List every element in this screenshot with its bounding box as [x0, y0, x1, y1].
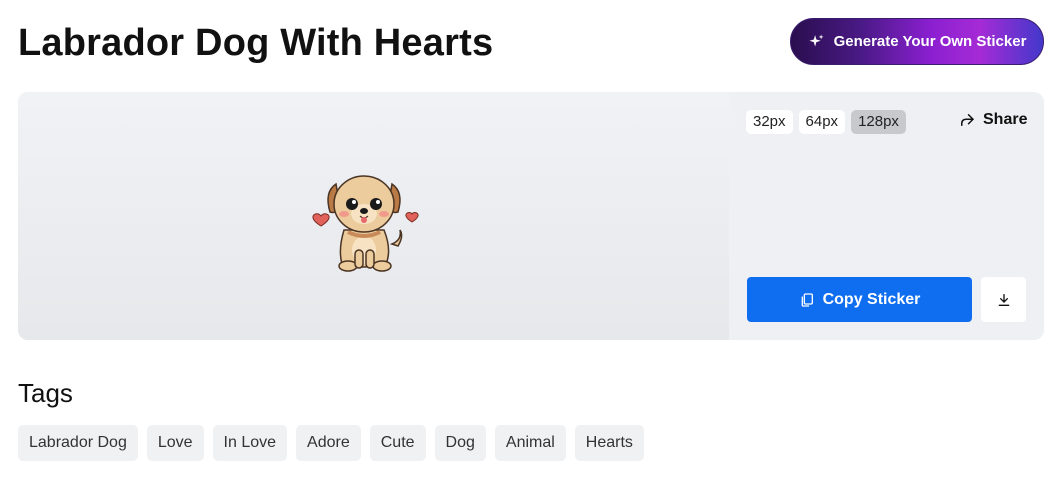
size-option-64px[interactable]: 64px [798, 110, 846, 134]
tag-list: Labrador Dog Love In Love Adore Cute Dog… [18, 425, 644, 461]
sticker-preview [18, 92, 729, 340]
copy-icon [801, 292, 813, 307]
sparkle-icon [808, 34, 824, 47]
generate-sticker-label: Generate Your Own Sticker [833, 33, 1027, 50]
copy-sticker-label: Copy Sticker [822, 290, 921, 308]
page-title: Labrador Dog With Hearts [18, 22, 494, 64]
share-button[interactable]: Share [958, 111, 1027, 129]
tag-dog[interactable]: Dog [434, 425, 486, 461]
download-icon [998, 293, 1009, 306]
tags-heading: Tags [18, 378, 73, 408]
tag-in-love[interactable]: In Love [212, 425, 288, 461]
tag-animal[interactable]: Animal [494, 425, 566, 461]
size-option-32px[interactable]: 32px [746, 110, 793, 134]
generate-sticker-button[interactable]: Generate Your Own Sticker [790, 18, 1044, 65]
tag-cute[interactable]: Cute [369, 425, 426, 461]
share-icon [961, 114, 974, 126]
size-selector: 32px 64px 128px [746, 110, 906, 134]
download-button[interactable] [981, 277, 1026, 322]
tag-labrador-dog[interactable]: Labrador Dog [18, 425, 138, 461]
sticker-panel: 32px 64px 128px Share Copy Sticker [18, 92, 1044, 340]
tag-hearts[interactable]: Hearts [574, 425, 644, 461]
share-label: Share [983, 111, 1028, 128]
copy-sticker-button[interactable]: Copy Sticker [747, 277, 972, 322]
size-option-128px[interactable]: 128px [851, 110, 906, 134]
labrador-sticker-image [312, 175, 419, 272]
tag-love[interactable]: Love [146, 425, 204, 461]
tag-adore[interactable]: Adore [296, 425, 361, 461]
